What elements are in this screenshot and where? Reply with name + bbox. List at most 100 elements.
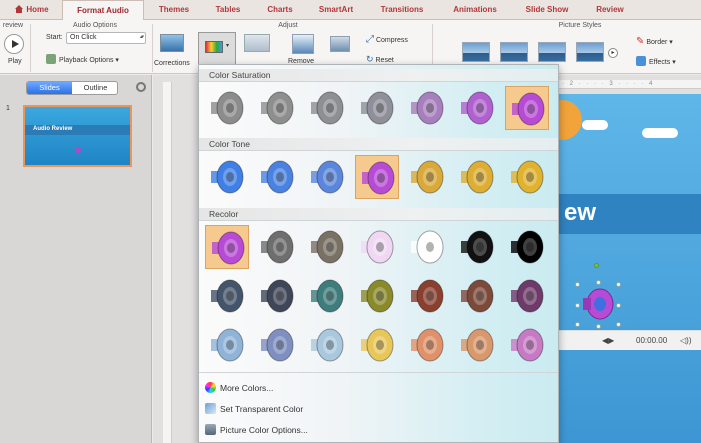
speaker-color-swatch[interactable] [505, 274, 549, 318]
tab-format-audio[interactable]: Format Audio [62, 0, 144, 21]
audio-player-bar: ◀▶ 00:00.00 ◁)) [558, 330, 701, 350]
resize-handle[interactable] [596, 324, 601, 329]
speaker-color-swatch[interactable] [255, 86, 299, 130]
slide-number: 1 [6, 105, 10, 112]
volume-icon[interactable]: ◁)) [680, 336, 691, 345]
group-separator [152, 24, 153, 72]
tab-themes[interactable]: Themes [148, 0, 200, 20]
player-time: 00:00.00 [636, 336, 668, 345]
slide-main[interactable]: ew [552, 94, 701, 443]
set-transparent-color-item[interactable]: Set Transparent Color [205, 402, 303, 416]
picture-style-2[interactable] [500, 42, 528, 62]
playback-options-button[interactable]: Playback Options ▾ [46, 54, 119, 64]
border-button[interactable]: ✎ Border ▾ [636, 36, 673, 47]
speaker-color-swatch[interactable] [455, 225, 499, 269]
speaker-color-swatch[interactable] [305, 155, 349, 199]
picture-style-1[interactable] [462, 42, 490, 62]
speaker-color-swatch[interactable] [405, 155, 449, 199]
speaker-color-swatch[interactable] [505, 225, 549, 269]
slide-thumbnail[interactable]: Audio Review [23, 105, 132, 167]
tab-slide-show[interactable]: Slide Show [514, 0, 580, 20]
resize-handle[interactable] [596, 280, 601, 285]
transparent-color-icon [205, 403, 216, 414]
speaker-color-swatch[interactable] [255, 274, 299, 318]
crop-button[interactable] [330, 36, 350, 52]
speaker-color-swatch[interactable] [505, 323, 549, 367]
playback-options-icon [46, 54, 56, 64]
resize-handle[interactable] [616, 303, 621, 308]
speaker-color-swatch[interactable] [255, 225, 299, 269]
speaker-color-swatch[interactable] [355, 225, 399, 269]
speaker-color-swatch[interactable] [205, 86, 249, 130]
speaker-color-swatch[interactable] [455, 155, 499, 199]
speaker-color-swatch[interactable] [305, 323, 349, 367]
tab-outline[interactable]: Outline [73, 82, 117, 94]
artistic-effects-button[interactable] [244, 34, 270, 52]
tab-home[interactable]: Home [4, 0, 60, 20]
tab-tables[interactable]: Tables [204, 0, 252, 20]
speaker-color-swatch[interactable] [205, 274, 249, 318]
group-label-picture-styles: Picture Styles [558, 22, 602, 29]
tab-transitions[interactable]: Transitions [368, 0, 436, 20]
speaker-color-swatch[interactable] [305, 86, 349, 130]
speaker-color-swatch[interactable] [405, 86, 449, 130]
tab-review[interactable]: Review [584, 0, 636, 20]
more-colors-item[interactable]: More Colors... [205, 381, 273, 395]
rotate-handle[interactable] [594, 263, 599, 268]
speaker-color-swatch[interactable] [255, 155, 299, 199]
speaker-color-swatch[interactable] [505, 86, 549, 130]
cloud-shape [642, 128, 678, 138]
speaker-color-swatch[interactable] [455, 86, 499, 130]
section-header-saturation: Color Saturation [199, 69, 558, 82]
picture-color-options-item[interactable]: Picture Color Options... [205, 423, 308, 437]
speaker-color-swatch[interactable] [405, 225, 449, 269]
compress-button[interactable]: ⤢ Compress [366, 34, 408, 45]
resize-handle[interactable] [616, 282, 621, 287]
speaker-color-swatch[interactable] [355, 323, 399, 367]
speaker-color-swatch[interactable] [305, 225, 349, 269]
speaker-color-swatch[interactable] [205, 323, 249, 367]
resize-handle[interactable] [575, 322, 580, 327]
speaker-color-swatch[interactable] [255, 323, 299, 367]
speaker-color-swatch[interactable] [405, 274, 449, 318]
skip-back-forward-icon[interactable]: ◀▶ [602, 336, 614, 345]
chevron-down-icon: ▾ [226, 43, 230, 49]
resize-handle[interactable] [575, 303, 580, 308]
start-select[interactable]: On Click [66, 32, 146, 44]
speaker-color-swatch[interactable] [205, 225, 249, 269]
speaker-color-swatch[interactable] [355, 274, 399, 318]
resize-handle[interactable] [575, 282, 580, 287]
picture-style-3[interactable] [538, 42, 566, 62]
speaker-color-swatch[interactable] [455, 274, 499, 318]
color-wheel-icon [205, 382, 216, 393]
play-button[interactable] [4, 34, 24, 54]
corrections-button[interactable] [160, 34, 184, 52]
tab-animations[interactable]: Animations [440, 0, 510, 20]
speaker-color-swatch[interactable] [305, 274, 349, 318]
slides-pane: Slides Outline 1 Audio Review [0, 75, 152, 443]
start-label: Start: [46, 34, 63, 41]
tab-smartart[interactable]: SmartArt [308, 0, 364, 20]
section-header-recolor: Recolor [199, 208, 558, 221]
menu-divider [199, 372, 558, 373]
speaker-color-swatch[interactable] [405, 323, 449, 367]
speaker-color-swatch[interactable] [205, 155, 249, 199]
picture-options-icon [205, 424, 216, 435]
speaker-color-swatch[interactable] [355, 86, 399, 130]
speaker-color-swatch[interactable] [505, 155, 549, 199]
gear-icon[interactable] [136, 82, 146, 92]
slide-title-band: ew [552, 194, 701, 234]
tab-charts[interactable]: Charts [256, 0, 304, 20]
pencil-icon: ✎ [636, 36, 645, 47]
resize-handle[interactable] [616, 322, 621, 327]
gallery-more-icon[interactable]: ▸ [608, 48, 618, 58]
effects-button[interactable]: Effects ▾ [636, 56, 676, 66]
audio-speaker-icon[interactable] [578, 284, 618, 324]
section-header-tone: Color Tone [199, 138, 558, 151]
picture-style-4[interactable] [576, 42, 604, 62]
color-button-pressed[interactable]: ▾ [198, 32, 236, 64]
speaker-color-swatch[interactable] [355, 155, 399, 199]
tab-slides[interactable]: Slides [27, 82, 72, 94]
remove-background-button[interactable] [292, 34, 314, 54]
speaker-color-swatch[interactable] [455, 323, 499, 367]
